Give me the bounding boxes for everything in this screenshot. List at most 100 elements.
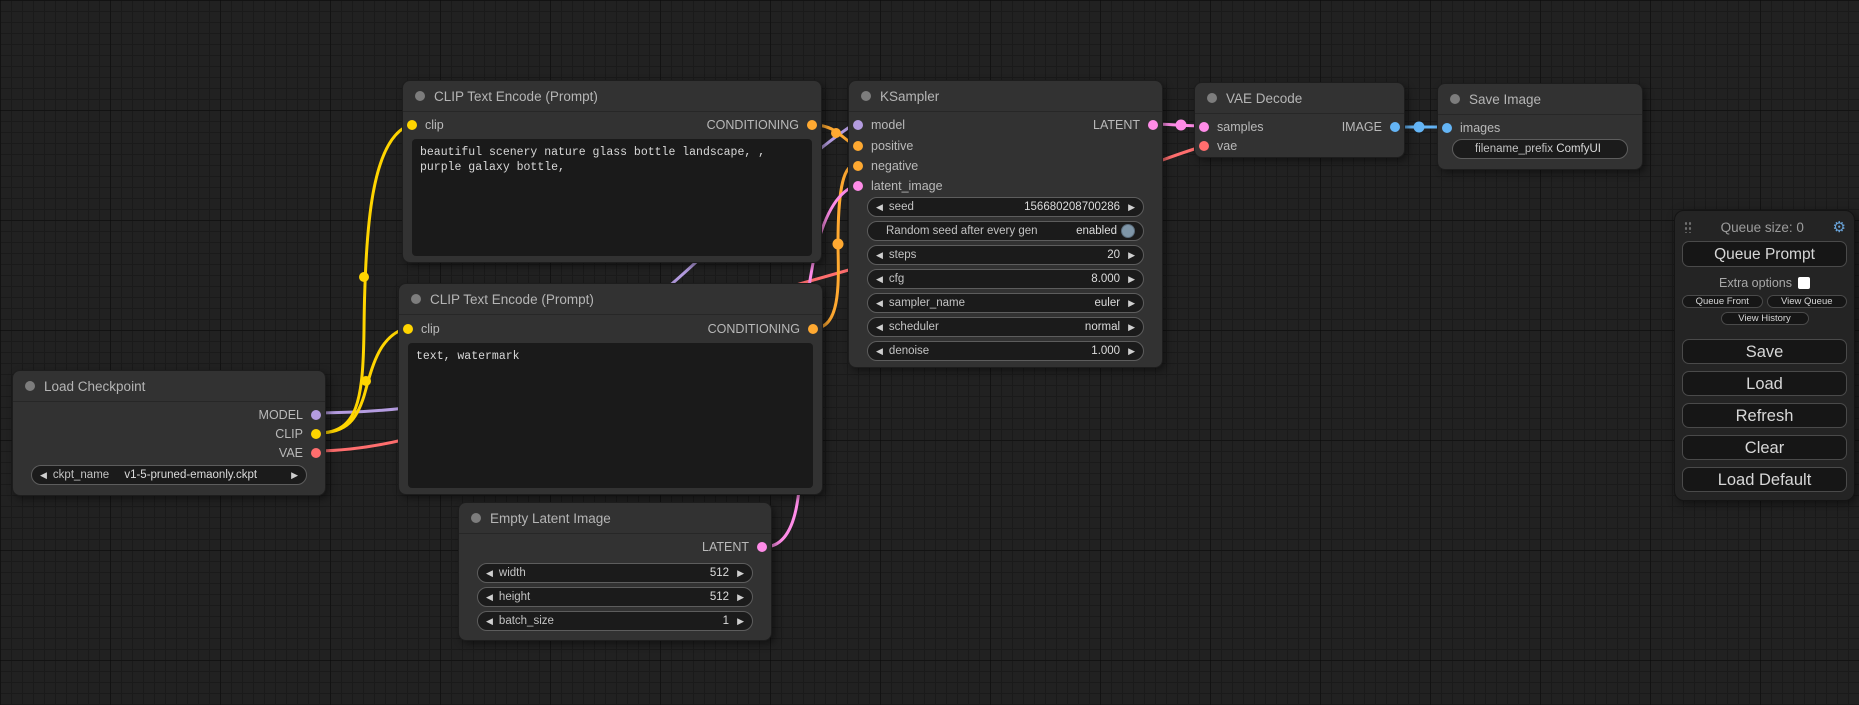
decrement-arrow-icon[interactable]: ◀ [486, 569, 493, 578]
drag-handle-icon[interactable] [1684, 221, 1692, 233]
node-titlebar[interactable]: CLIP Text Encode (Prompt) [403, 81, 821, 112]
node-titlebar[interactable]: VAE Decode [1195, 83, 1404, 114]
increment-arrow-icon[interactable]: ▶ [1128, 323, 1135, 332]
positive-input-port[interactable] [853, 141, 863, 151]
extra-options-checkbox[interactable] [1798, 277, 1810, 289]
queue-front-button[interactable]: Queue Front [1682, 295, 1763, 308]
output-slot-clip: CLIP [13, 424, 325, 444]
node-vae-decode[interactable]: VAE Decode samples IMAGE vae [1194, 82, 1405, 158]
decrement-arrow-icon[interactable]: ◀ [876, 203, 883, 212]
decrement-arrow-icon[interactable]: ◀ [876, 275, 883, 284]
load-default-button[interactable]: Load Default [1682, 467, 1847, 492]
scheduler-widget[interactable]: ◀ scheduler normal ▶ [867, 317, 1144, 337]
node-title: VAE Decode [1226, 91, 1302, 106]
decrement-arrow-icon[interactable]: ◀ [876, 251, 883, 260]
vae-input-port[interactable] [1199, 141, 1209, 151]
conditioning-output-port[interactable] [807, 120, 817, 130]
node-clip-text-encode-negative[interactable]: CLIP Text Encode (Prompt) clip CONDITION… [398, 283, 823, 495]
node-titlebar[interactable]: CLIP Text Encode (Prompt) [399, 284, 822, 315]
settings-gear-icon[interactable]: ⚙ [1833, 220, 1846, 235]
widget-value: 156680208700286 [1024, 201, 1120, 213]
latent-output-port[interactable] [757, 542, 767, 552]
decrement-arrow-icon[interactable]: ◀ [40, 471, 47, 480]
steps-widget[interactable]: ◀ steps 20 ▶ [867, 245, 1144, 265]
widget-label: batch_size [499, 615, 554, 627]
increment-arrow-icon[interactable]: ▶ [737, 593, 744, 602]
refresh-button[interactable]: Refresh [1682, 403, 1847, 428]
collapse-dot-icon[interactable] [471, 513, 481, 523]
batch-size-widget[interactable]: ◀ batch_size 1 ▶ [477, 611, 753, 631]
collapse-dot-icon[interactable] [861, 91, 871, 101]
view-queue-button[interactable]: View Queue [1767, 295, 1848, 308]
decrement-arrow-icon[interactable]: ◀ [876, 299, 883, 308]
input-slot-positive: positive [849, 136, 1162, 156]
image-output-port[interactable] [1390, 122, 1400, 132]
increment-arrow-icon[interactable]: ▶ [1128, 203, 1135, 212]
node-titlebar[interactable]: KSampler [849, 81, 1162, 112]
model-output-port[interactable] [311, 410, 321, 420]
increment-arrow-icon[interactable]: ▶ [1128, 347, 1135, 356]
collapse-dot-icon[interactable] [415, 91, 425, 101]
load-button[interactable]: Load [1682, 371, 1847, 396]
increment-arrow-icon[interactable]: ▶ [291, 471, 298, 480]
clear-button[interactable]: Clear [1682, 435, 1847, 460]
increment-arrow-icon[interactable]: ▶ [1128, 275, 1135, 284]
increment-arrow-icon[interactable]: ▶ [737, 569, 744, 578]
view-history-button[interactable]: View History [1721, 312, 1809, 325]
node-empty-latent-image[interactable]: Empty Latent Image LATENT ◀ width 512 ▶ … [458, 502, 772, 641]
node-ksampler[interactable]: KSampler model LATENT positive negative … [848, 80, 1163, 368]
input-slot-negative: negative [849, 156, 1162, 176]
node-save-image[interactable]: Save Image images filename_prefix ComfyU… [1437, 83, 1643, 170]
conditioning-output-port[interactable] [808, 324, 818, 334]
random-seed-toggle-widget[interactable]: Random seed after every gen enabled [867, 221, 1144, 241]
height-widget[interactable]: ◀ height 512 ▶ [477, 587, 753, 607]
vae-output-port[interactable] [311, 448, 321, 458]
widget-label: filename_prefix [1475, 143, 1553, 155]
decrement-arrow-icon[interactable]: ◀ [876, 347, 883, 356]
sampler-name-widget[interactable]: ◀ sampler_name euler ▶ [867, 293, 1144, 313]
width-widget[interactable]: ◀ width 512 ▶ [477, 563, 753, 583]
ckpt-name-widget[interactable]: ◀ ckpt_name v1-5-pruned-emaonly.ckpt ▶ [31, 465, 307, 485]
node-load-checkpoint[interactable]: Load Checkpoint MODEL CLIP VAE ◀ ckpt_na… [12, 370, 326, 496]
increment-arrow-icon[interactable]: ▶ [1128, 299, 1135, 308]
negative-input-port[interactable] [853, 161, 863, 171]
seed-widget[interactable]: ◀ seed 156680208700286 ▶ [867, 197, 1144, 217]
filename-prefix-widget[interactable]: filename_prefix ComfyUI [1452, 139, 1628, 159]
denoise-widget[interactable]: ◀ denoise 1.000 ▶ [867, 341, 1144, 361]
decrement-arrow-icon[interactable]: ◀ [486, 593, 493, 602]
toggle-dot-icon[interactable] [1121, 224, 1135, 238]
slot-label: negative [871, 159, 918, 173]
output-slot-latent: LATENT [459, 537, 771, 557]
increment-arrow-icon[interactable]: ▶ [737, 617, 744, 626]
widget-label: steps [889, 249, 917, 261]
collapse-dot-icon[interactable] [411, 294, 421, 304]
slot-label: CONDITIONING [708, 322, 800, 336]
slot-label: MODEL [259, 408, 303, 422]
output-slot-image: IMAGE [1195, 117, 1404, 137]
images-input-port[interactable] [1442, 123, 1452, 133]
decrement-arrow-icon[interactable]: ◀ [486, 617, 493, 626]
output-slot-model: MODEL [13, 405, 325, 425]
collapse-dot-icon[interactable] [25, 381, 35, 391]
node-graph-canvas[interactable]: Load Checkpoint MODEL CLIP VAE ◀ ckpt_na… [0, 0, 1859, 705]
node-title: KSampler [880, 89, 939, 104]
node-titlebar[interactable]: Load Checkpoint [13, 371, 325, 402]
prompt-textarea[interactable]: beautiful scenery nature glass bottle la… [412, 139, 812, 256]
node-titlebar[interactable]: Save Image [1438, 84, 1642, 115]
cfg-widget[interactable]: ◀ cfg 8.000 ▶ [867, 269, 1144, 289]
widget-label: scheduler [889, 321, 939, 333]
node-clip-text-encode-positive[interactable]: CLIP Text Encode (Prompt) clip CONDITION… [402, 80, 822, 263]
latent-image-input-port[interactable] [853, 181, 863, 191]
collapse-dot-icon[interactable] [1450, 94, 1460, 104]
collapse-dot-icon[interactable] [1207, 93, 1217, 103]
decrement-arrow-icon[interactable]: ◀ [876, 323, 883, 332]
increment-arrow-icon[interactable]: ▶ [1128, 251, 1135, 260]
latent-output-port[interactable] [1148, 120, 1158, 130]
node-titlebar[interactable]: Empty Latent Image [459, 503, 771, 534]
queue-prompt-button[interactable]: Queue Prompt [1682, 241, 1847, 267]
prompt-textarea[interactable]: text, watermark [408, 343, 813, 488]
input-slot-latent-image: latent_image [849, 176, 1162, 196]
save-button[interactable]: Save [1682, 339, 1847, 364]
queue-menu-panel: Queue size: 0 ⚙ Queue Prompt Extra optio… [1674, 210, 1855, 501]
clip-output-port[interactable] [311, 429, 321, 439]
